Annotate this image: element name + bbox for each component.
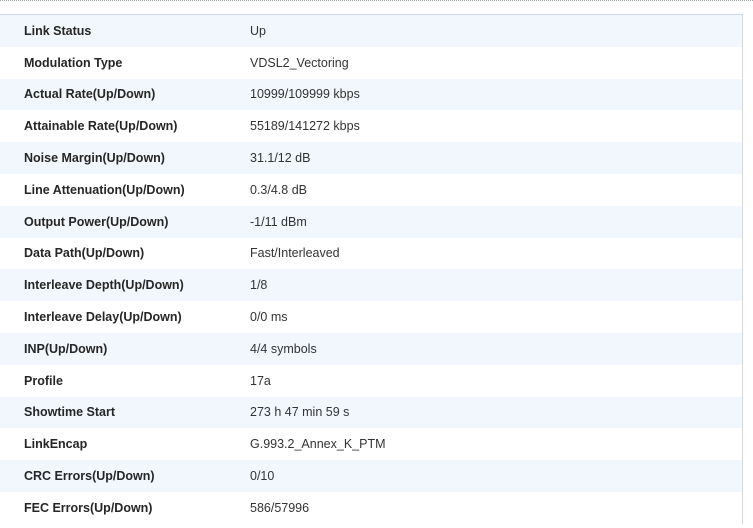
row-label: Noise Margin(Up/Down) bbox=[0, 142, 250, 174]
table-row-attainable-rate: Attainable Rate(Up/Down) 55189/141272 kb… bbox=[0, 110, 742, 143]
row-label: Showtime Start bbox=[0, 396, 250, 429]
row-label: Data Path(Up/Down) bbox=[0, 237, 250, 270]
table-row-profile: Profile 17a bbox=[0, 364, 742, 397]
row-value: Fast/Interleaved bbox=[250, 237, 742, 270]
table-row-inp: INP(Up/Down) 4/4 symbols bbox=[0, 332, 742, 365]
row-label: Interleave Depth(Up/Down) bbox=[0, 269, 250, 302]
row-label: INP(Up/Down) bbox=[0, 332, 250, 365]
row-label: Output Power(Up/Down) bbox=[0, 205, 250, 238]
row-value: 4/4 symbols bbox=[250, 332, 742, 365]
table-row-link-encap: LinkEncap G.993.2_Annex_K_PTM bbox=[0, 428, 742, 461]
row-label: Profile bbox=[0, 364, 250, 397]
table-row-link-status: Link Status Up bbox=[0, 15, 742, 47]
table-row-modulation-type: Modulation Type VDSL2_Vectoring bbox=[0, 46, 742, 79]
table-row-output-power: Output Power(Up/Down) -1/11 dBm bbox=[0, 205, 742, 238]
table-row-actual-rate: Actual Rate(Up/Down) 10999/109999 kbps bbox=[0, 78, 742, 111]
row-value: 0/0 ms bbox=[250, 301, 742, 333]
table-row-noise-margin: Noise Margin(Up/Down) 31.1/12 dB bbox=[0, 142, 742, 174]
row-value: Up bbox=[250, 15, 742, 47]
row-label: CRC Errors(Up/Down) bbox=[0, 460, 250, 492]
row-value: 17a bbox=[250, 364, 742, 397]
row-value: 55189/141272 kbps bbox=[250, 110, 742, 143]
row-label: Line Attenuation(Up/Down) bbox=[0, 173, 250, 206]
table-row-line-attenuation: Line Attenuation(Up/Down) 0.3/4.8 dB bbox=[0, 173, 742, 206]
row-value: 1/8 bbox=[250, 269, 742, 302]
row-value: -1/11 dBm bbox=[250, 205, 742, 238]
row-value: 0.3/4.8 dB bbox=[250, 173, 742, 206]
row-label: Link Status bbox=[0, 15, 250, 47]
table-row-showtime-start: Showtime Start 273 h 47 min 59 s bbox=[0, 396, 742, 429]
table-row-crc-errors: CRC Errors(Up/Down) 0/10 bbox=[0, 460, 742, 492]
row-value: 0/10 bbox=[250, 460, 742, 492]
table-row-interleave-delay: Interleave Delay(Up/Down) 0/0 ms bbox=[0, 301, 742, 333]
row-label: Attainable Rate(Up/Down) bbox=[0, 110, 250, 143]
row-value: 31.1/12 dB bbox=[250, 142, 742, 174]
row-value: G.993.2_Annex_K_PTM bbox=[250, 428, 742, 461]
table-row-interleave-depth: Interleave Depth(Up/Down) 1/8 bbox=[0, 269, 742, 302]
table-row-fec-errors: FEC Errors(Up/Down) 586/57996 bbox=[0, 491, 742, 524]
row-value: 10999/109999 kbps bbox=[250, 78, 742, 111]
dsl-status-table: Link Status Up Modulation Type VDSL2_Vec… bbox=[0, 15, 742, 524]
row-label: Interleave Delay(Up/Down) bbox=[0, 301, 250, 333]
row-value: VDSL2_Vectoring bbox=[250, 46, 742, 79]
row-label: Actual Rate(Up/Down) bbox=[0, 78, 250, 111]
dsl-status-panel: Link Status Up Modulation Type VDSL2_Vec… bbox=[0, 14, 743, 524]
row-value: 273 h 47 min 59 s bbox=[250, 396, 742, 429]
row-label: LinkEncap bbox=[0, 428, 250, 461]
table-row-data-path: Data Path(Up/Down) Fast/Interleaved bbox=[0, 237, 742, 270]
row-value: 586/57996 bbox=[250, 491, 742, 524]
row-label: FEC Errors(Up/Down) bbox=[0, 491, 250, 524]
top-dotted-divider bbox=[0, 0, 753, 6]
row-label: Modulation Type bbox=[0, 46, 250, 79]
